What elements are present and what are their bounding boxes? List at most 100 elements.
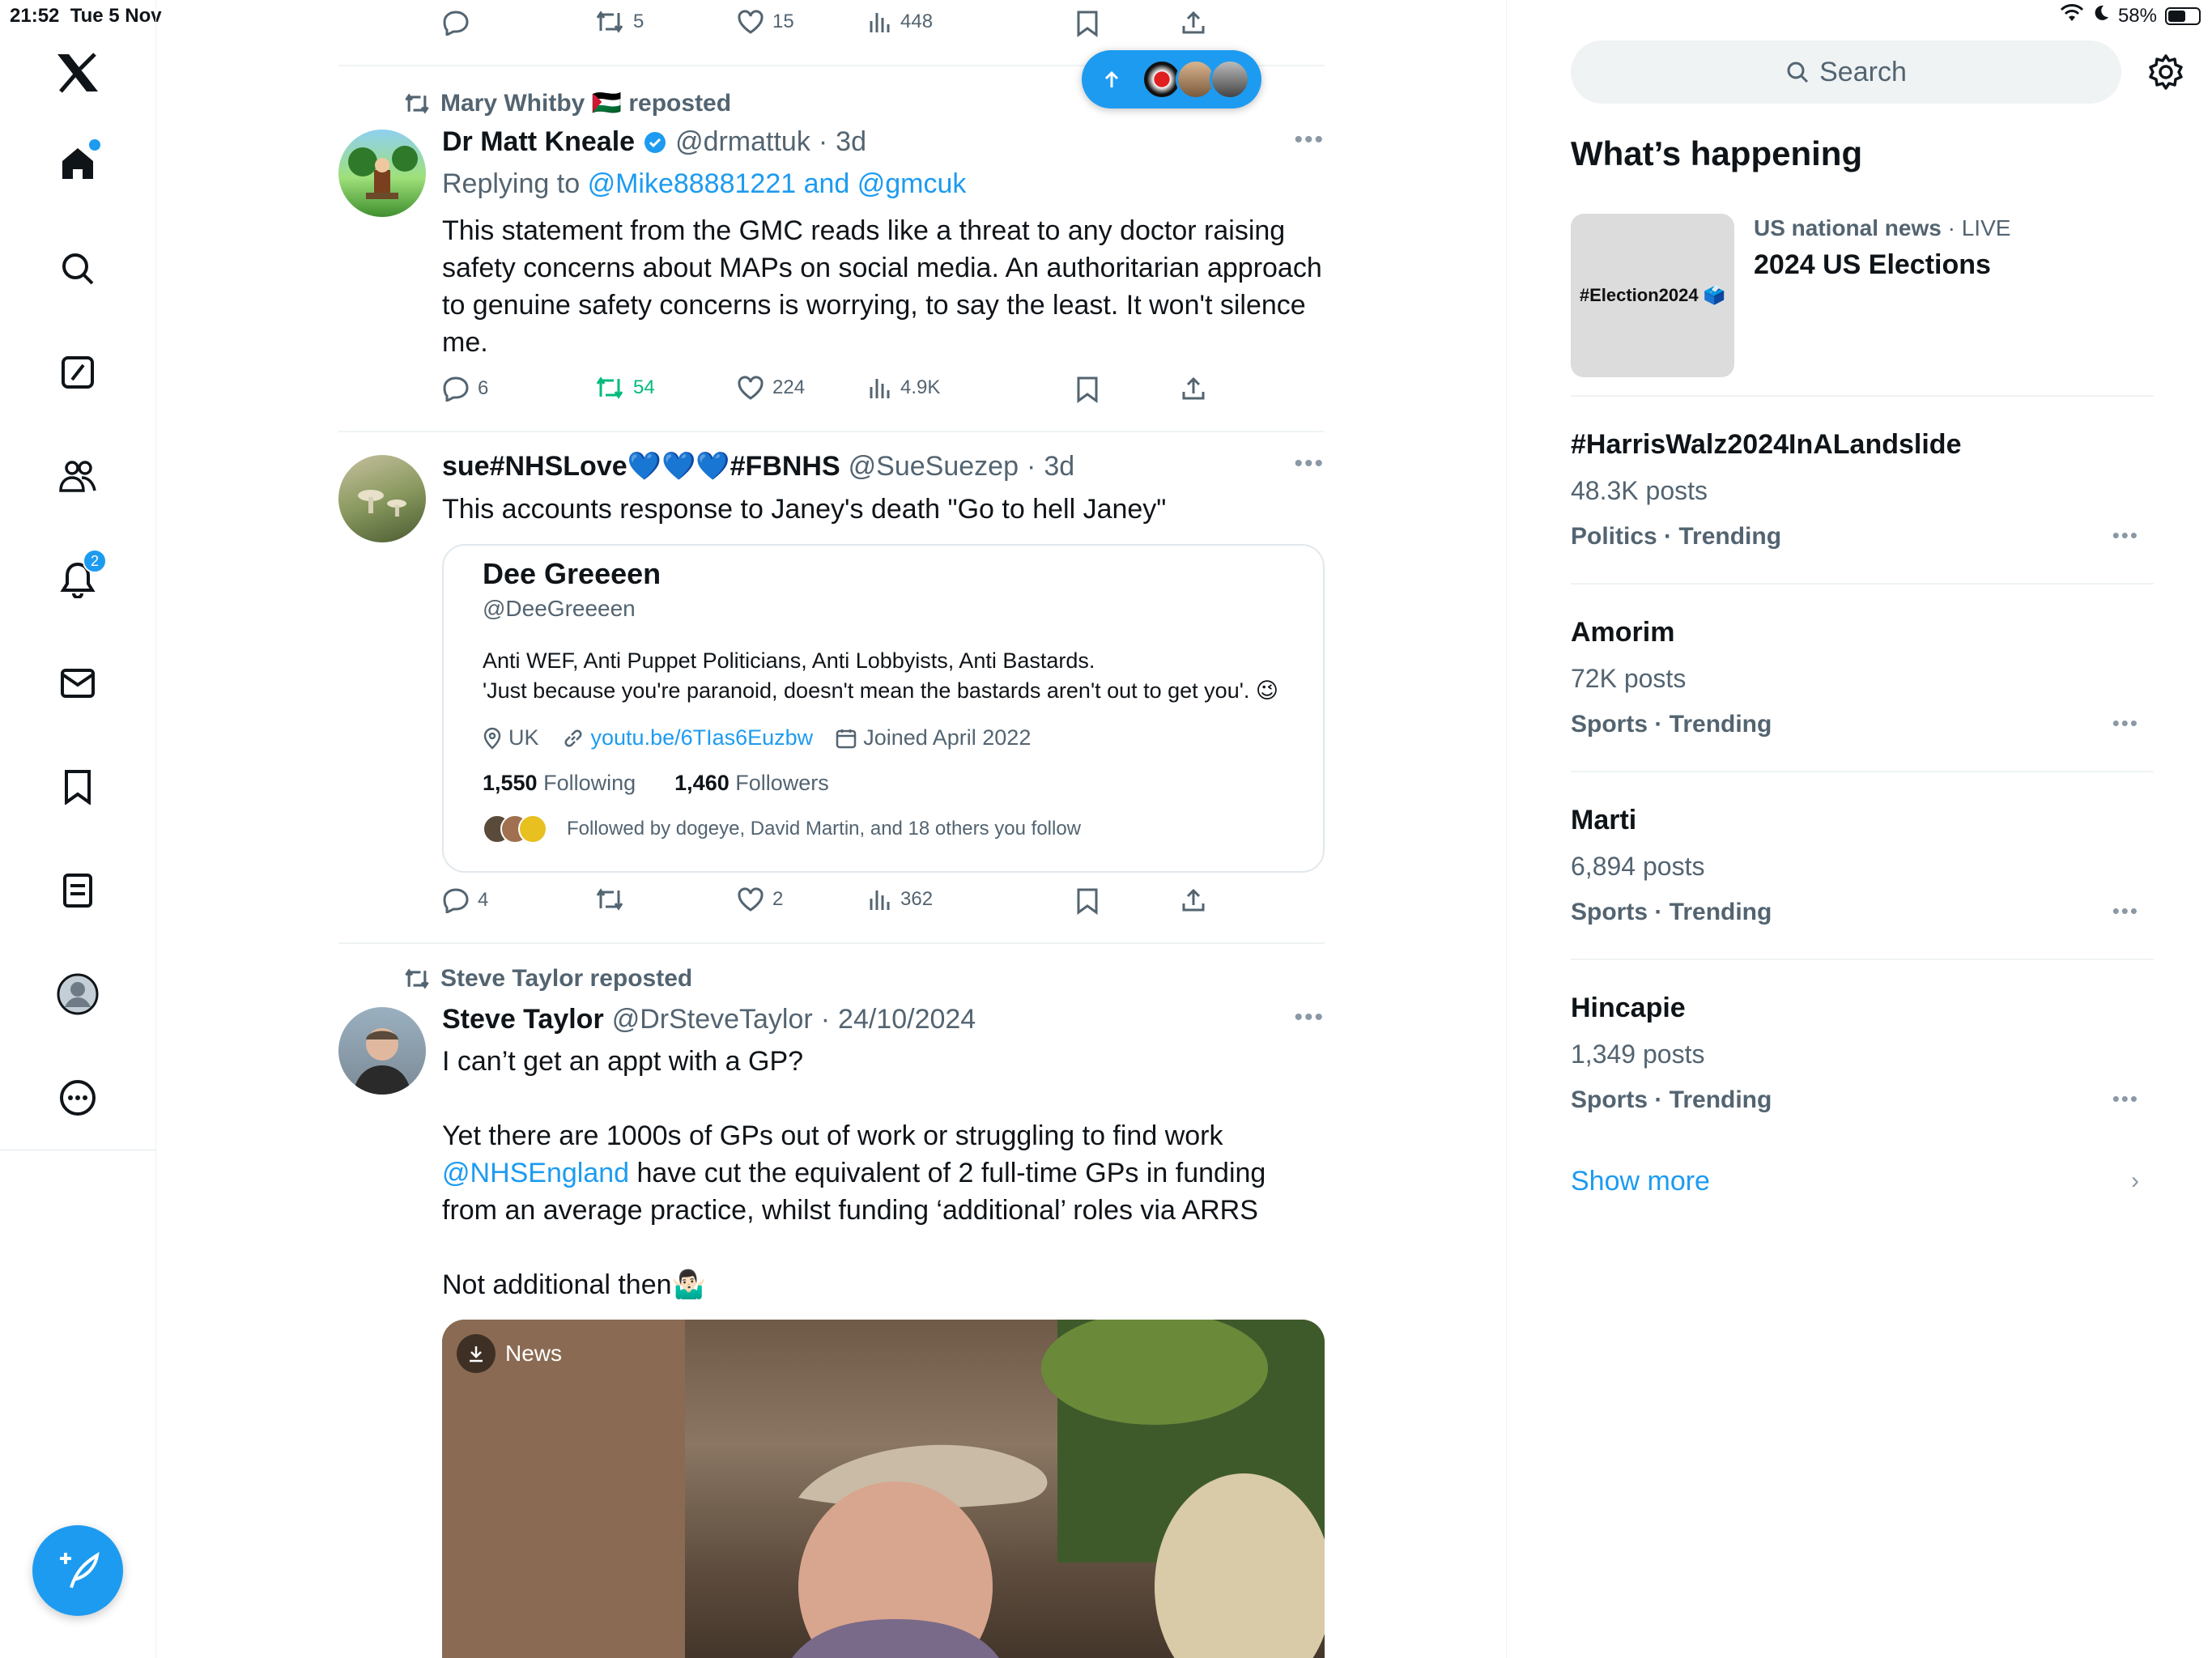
card-joined: Joined April 2022 xyxy=(863,725,1032,750)
messages-icon[interactable] xyxy=(53,659,102,708)
repost-indicator[interactable]: Mary Whitby 🇵🇸 reposted xyxy=(403,89,731,117)
avatar[interactable] xyxy=(338,130,426,217)
following-count[interactable]: 1,550 Following xyxy=(483,771,636,796)
video-player[interactable]: News xyxy=(442,1320,1325,1658)
author-handle[interactable]: @SueSuezep xyxy=(849,451,1019,483)
x-logo-icon[interactable] xyxy=(53,49,102,97)
heart-icon xyxy=(738,887,764,912)
divider xyxy=(1571,395,2154,397)
show-more-link[interactable]: Show more xyxy=(1571,1166,1710,1197)
bookmark-icon xyxy=(1077,888,1098,915)
share-button[interactable] xyxy=(1180,376,1206,402)
share-icon xyxy=(1182,376,1205,400)
avatar[interactable] xyxy=(338,455,426,542)
trend-more-button[interactable]: ••• xyxy=(2112,711,2139,736)
chevron-right-icon: › xyxy=(2131,1167,2139,1194)
lists-icon[interactable] xyxy=(53,866,102,915)
download-icon[interactable] xyxy=(457,1334,496,1373)
trend-more-button[interactable]: ••• xyxy=(2112,899,2139,924)
author-name[interactable]: Steve Taylor xyxy=(442,1004,604,1035)
share-icon xyxy=(1182,888,1205,912)
column-divider xyxy=(1506,0,1507,1658)
home-icon[interactable] xyxy=(53,139,102,188)
followers-count[interactable]: 1,460 Followers xyxy=(674,771,829,796)
mention-link[interactable]: @NHSEngland xyxy=(442,1158,629,1188)
bookmark-button[interactable] xyxy=(1075,376,1100,403)
tweet-actions: 4 2 362 xyxy=(442,887,1252,920)
trend-more-button[interactable]: ••• xyxy=(2112,523,2139,548)
views-button[interactable]: 362 xyxy=(868,887,933,912)
tweet-timestamp[interactable]: 3d xyxy=(836,126,866,158)
search-icon[interactable] xyxy=(53,244,102,293)
author-handle[interactable]: @drmattuk xyxy=(675,126,810,158)
followed-by[interactable]: Followed by dogeye, David Martin, and 18… xyxy=(483,814,1081,844)
like-button[interactable]: 2 xyxy=(737,887,783,912)
profile-card[interactable]: Dee Greeeen @DeeGreeeen Anti WEF, Anti P… xyxy=(442,544,1325,873)
reply-button[interactable]: 4 xyxy=(442,887,488,913)
news-source: US national news · LIVE xyxy=(1754,215,2011,240)
divider xyxy=(1571,771,2154,772)
reply-button[interactable] xyxy=(442,10,478,36)
home-new-dot xyxy=(89,139,100,151)
tweet-more-button[interactable]: ••• xyxy=(1294,126,1325,154)
search-input[interactable]: Search xyxy=(1571,40,2121,104)
repost-indicator[interactable]: Steve Taylor reposted xyxy=(403,965,692,993)
reply-mentions[interactable]: @Mike88881221 and @gmcuk xyxy=(588,168,967,199)
repost-icon xyxy=(405,968,429,989)
news-title[interactable]: 2024 US Elections xyxy=(1754,249,1991,281)
author-name[interactable]: Dr Matt Kneale xyxy=(442,126,635,158)
tweet-header: sue#NHSLove💙💙💙#FBNHS @SueSuezep · 3d xyxy=(442,450,1075,483)
news-thumbnail[interactable]: #Election2024 🗳️ xyxy=(1571,214,1734,377)
like-button[interactable]: 224 xyxy=(737,376,805,400)
avatar[interactable] xyxy=(338,1007,426,1095)
tweet-timestamp[interactable]: 24/10/2024 xyxy=(838,1004,976,1035)
arrow-up-icon xyxy=(1104,70,1119,87)
verified-badge-icon xyxy=(644,131,666,153)
section-title: What’s happening xyxy=(1571,134,1863,172)
share-button[interactable] xyxy=(1180,10,1206,36)
bookmarks-icon[interactable] xyxy=(53,763,102,811)
repost-button[interactable]: 54 xyxy=(594,376,655,400)
reply-button[interactable]: 6 xyxy=(442,376,488,402)
tweet-text: This statement from the GMC reads like a… xyxy=(442,215,1322,358)
link-icon xyxy=(564,729,581,746)
author-name[interactable]: sue#NHSLove💙💙💙#FBNHS xyxy=(442,450,840,483)
tweet-more-button[interactable]: ••• xyxy=(1294,1004,1325,1031)
views-icon xyxy=(870,379,890,398)
views-icon xyxy=(870,13,890,32)
share-button[interactable] xyxy=(1180,887,1206,913)
feather-plus-icon xyxy=(60,1552,100,1588)
settings-gear-icon[interactable] xyxy=(2147,53,2184,95)
views-button[interactable]: 448 xyxy=(868,10,933,34)
trend-more-button[interactable]: ••• xyxy=(2112,1086,2139,1112)
tweet-header: Steve Taylor @DrSteveTaylor · 24/10/2024 xyxy=(442,1004,976,1035)
card-url[interactable]: youtu.be/6TIas6Euzbw xyxy=(591,725,814,750)
repost-icon xyxy=(596,11,623,33)
tweet-timestamp[interactable]: 3d xyxy=(1044,451,1074,483)
like-button[interactable]: 15 xyxy=(737,10,794,34)
bookmark-button[interactable] xyxy=(1075,10,1100,37)
right-sidebar: Search What’s happening #Election2024 🗳️… xyxy=(1571,0,2183,1658)
profile-avatar-icon[interactable] xyxy=(53,970,102,1018)
tweet-more-button[interactable]: ••• xyxy=(1294,450,1325,478)
notifications-icon[interactable]: 2 xyxy=(53,549,107,604)
repost-button[interactable]: 5 xyxy=(594,10,644,34)
communities-icon[interactable] xyxy=(53,452,102,500)
heart-icon xyxy=(738,10,764,34)
compose-post-button[interactable] xyxy=(32,1525,123,1616)
grok-icon[interactable] xyxy=(53,348,102,397)
bookmark-button[interactable] xyxy=(1075,887,1100,915)
views-icon xyxy=(870,891,890,910)
card-location: UK xyxy=(508,725,539,750)
repost-icon xyxy=(596,888,623,911)
location-pin-icon xyxy=(483,727,501,750)
author-handle[interactable]: @DrSteveTaylor xyxy=(612,1004,813,1035)
divider xyxy=(1571,583,2154,585)
repost-button[interactable] xyxy=(594,887,633,912)
new-posts-button[interactable] xyxy=(1082,50,1261,108)
avatar xyxy=(518,814,547,844)
bookmark-icon xyxy=(1077,376,1098,403)
tweet-header: Dr Matt Kneale @drmattuk · 3d xyxy=(442,126,866,158)
views-button[interactable]: 4.9K xyxy=(868,376,940,400)
more-options-icon[interactable] xyxy=(53,1073,102,1122)
